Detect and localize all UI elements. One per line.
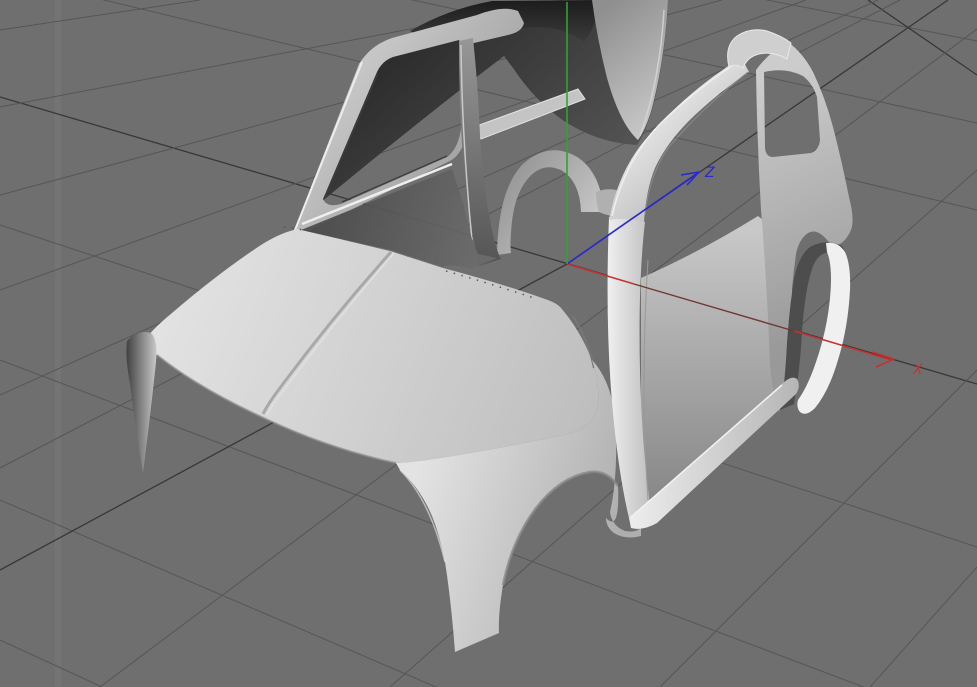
viewport-canvas[interactable]: Z X [0, 0, 977, 687]
viewport[interactable]: Z X [0, 0, 977, 687]
viewport-artifact-band [55, 0, 61, 687]
x-axis-label: X [912, 362, 923, 378]
z-axis-label: Z [704, 165, 715, 181]
